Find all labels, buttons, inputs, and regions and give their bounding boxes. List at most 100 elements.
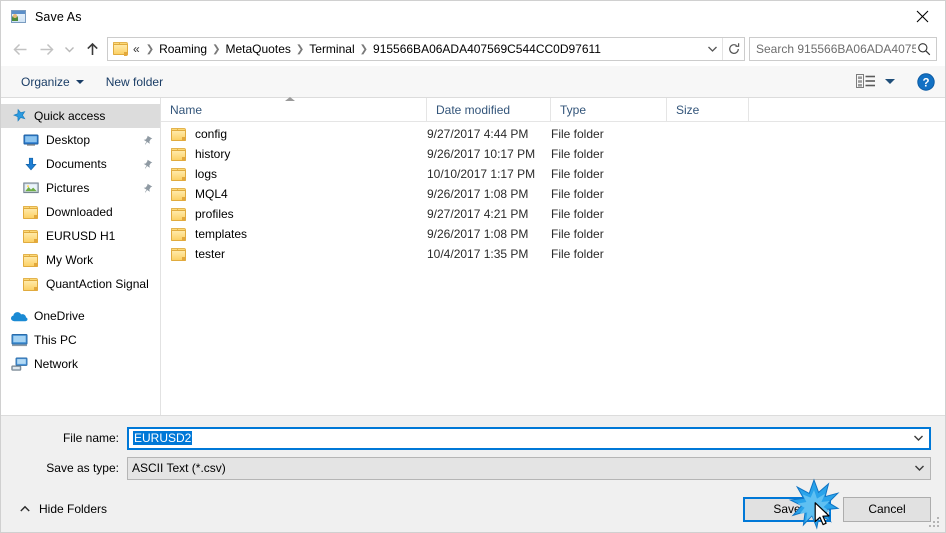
sidebar-item-desktop[interactable]: Desktop [1, 128, 160, 152]
cancel-button-label: Cancel [868, 502, 906, 516]
sidebar-item-eurusd-h1[interactable]: EURUSD H1 [1, 224, 160, 248]
file-date-cell: 9/26/2017 1:08 PM [427, 227, 529, 241]
column-header-label: Type [560, 103, 587, 117]
column-header-size[interactable]: Size [667, 98, 749, 122]
sidebar-item-my-work[interactable]: My Work [1, 248, 160, 272]
organize-button[interactable]: Organize [15, 71, 90, 93]
file-type-cell: File folder [551, 207, 604, 221]
new-folder-label: New folder [105, 74, 164, 89]
recent-locations-button[interactable] [59, 36, 79, 62]
save-button[interactable]: Save [743, 496, 831, 522]
resize-grip[interactable] [929, 517, 941, 529]
sidebar-item-label: Quick access [34, 109, 106, 123]
sidebar-item-this-pc[interactable]: This PC [1, 328, 160, 352]
sidebar-item-label: Network [34, 357, 79, 371]
close-button[interactable] [899, 1, 945, 32]
sidebar-item-label: This PC [34, 333, 77, 347]
pin-icon[interactable] [140, 159, 154, 170]
forward-button[interactable] [33, 36, 59, 62]
new-folder-button[interactable]: New folder [100, 71, 169, 93]
folder-icon [171, 227, 187, 241]
search-box[interactable]: Search 915566BA06ADA40756... [749, 37, 937, 61]
file-name-cell[interactable]: MQL4 [161, 187, 427, 201]
save-as-type-row: Save as type: ASCII Text (*.csv) [1, 456, 945, 480]
sidebar-item-quantaction-signal[interactable]: QuantAction Signal [1, 272, 160, 296]
table-row[interactable]: tester 10/4/2017 1:35 PM File folder [161, 244, 945, 264]
folder-icon [171, 207, 187, 221]
change-view-button[interactable] [852, 71, 899, 92]
back-button[interactable] [7, 36, 33, 62]
help-button[interactable]: ? [917, 72, 935, 91]
pin-icon[interactable] [140, 183, 154, 194]
breadcrumb-item-2[interactable]: MetaQuotes [226, 41, 291, 57]
pin-icon[interactable] [140, 135, 154, 146]
save-as-dialog: Save As « ❯ Roaming ❯ MetaQuotes ❯ Termi… [0, 0, 946, 533]
column-header-label: Name [170, 103, 203, 117]
column-header-date-modified[interactable]: Date modified [427, 98, 551, 122]
column-header-type[interactable]: Type [551, 98, 667, 122]
back-arrow-icon [12, 43, 26, 55]
file-name-cell[interactable]: profiles [161, 207, 427, 221]
table-row[interactable]: profiles 9/27/2017 4:21 PM File folder [161, 204, 945, 224]
file-date-cell: 9/26/2017 10:17 PM [427, 147, 536, 161]
search-input[interactable]: Search 915566BA06ADA40756... [756, 42, 916, 56]
file-name-cell[interactable]: templates [161, 227, 427, 241]
help-icon: ? [917, 72, 935, 91]
sidebar-item-network[interactable]: Network [1, 352, 160, 376]
sidebar-item-downloaded[interactable]: Downloaded [1, 200, 160, 224]
chevron-down-icon[interactable] [908, 464, 930, 472]
sidebar-item-quick-access[interactable]: Quick access [1, 104, 160, 128]
column-headers: Name Date modified Type Size [161, 97, 945, 122]
title-bar: Save As [1, 1, 945, 32]
window-title: Save As [35, 9, 82, 24]
sidebar-item-onedrive[interactable]: OneDrive [1, 304, 160, 328]
table-row[interactable]: logs 10/10/2017 1:17 PM File folder [161, 164, 945, 184]
table-row[interactable]: config 9/27/2017 4:44 PM File folder [161, 124, 945, 144]
sort-ascending-icon [285, 97, 295, 101]
breadcrumb: « ❯ Roaming ❯ MetaQuotes ❯ Terminal ❯ 91… [133, 41, 601, 57]
file-name-cell[interactable]: logs [161, 167, 427, 181]
file-type-cell: File folder [551, 127, 604, 141]
breadcrumb-item-1[interactable]: Roaming [159, 41, 207, 57]
sidebar-item-label: Downloaded [46, 205, 113, 219]
file-type-cell: File folder [551, 187, 604, 201]
save-as-type-select[interactable]: ASCII Text (*.csv) [127, 456, 931, 480]
sidebar-item-documents[interactable]: Documents [1, 152, 160, 176]
view-layout-icon [856, 74, 875, 88]
save-form: File name: EURUSD2 Save as type: ASCII T… [1, 416, 945, 486]
file-type-cell: File folder [551, 247, 604, 261]
file-name-input[interactable]: EURUSD2 [127, 426, 931, 450]
table-row[interactable]: MQL4 9/26/2017 1:08 PM File folder [161, 184, 945, 204]
breadcrumb-item-4[interactable]: 915566BA06ADA407569C544CC0D97611 [373, 41, 601, 57]
breadcrumb-overflow[interactable]: « [133, 42, 140, 56]
file-name-cell[interactable]: tester [161, 247, 427, 261]
refresh-button[interactable] [722, 38, 744, 60]
folder-icon [21, 277, 41, 291]
chevron-down-icon[interactable] [907, 434, 929, 442]
folder-icon [171, 147, 187, 161]
save-as-app-icon [11, 9, 27, 25]
file-name-cell[interactable]: config [161, 127, 427, 141]
file-name-row: File name: EURUSD2 [1, 426, 945, 450]
hide-folders-button[interactable]: Hide Folders [15, 502, 107, 516]
file-name-label: MQL4 [195, 187, 228, 201]
column-header-name[interactable]: Name [161, 97, 427, 122]
folder-icon [171, 247, 187, 261]
sidebar-item-pictures[interactable]: Pictures [1, 176, 160, 200]
breadcrumb-item-3[interactable]: Terminal [309, 41, 354, 57]
up-button[interactable] [79, 36, 105, 62]
file-name-label: File name: [62, 431, 119, 445]
address-bar[interactable]: « ❯ Roaming ❯ MetaQuotes ❯ Terminal ❯ 91… [107, 37, 745, 61]
address-dropdown-button[interactable] [702, 38, 722, 60]
table-row[interactable]: templates 9/26/2017 1:08 PM File folder [161, 224, 945, 244]
cancel-button[interactable]: Cancel [843, 496, 931, 522]
svg-text:?: ? [922, 77, 929, 89]
refresh-icon [728, 43, 739, 54]
file-list: Name Date modified Type Size config 9/27… [161, 97, 945, 415]
network-icon [9, 357, 29, 371]
command-toolbar: Organize New folder ? [1, 66, 945, 98]
file-name-cell[interactable]: history [161, 147, 427, 161]
table-row[interactable]: history 9/26/2017 10:17 PM File folder [161, 144, 945, 164]
save-as-type-value: ASCII Text (*.csv) [132, 461, 226, 475]
search-icon [916, 42, 932, 56]
